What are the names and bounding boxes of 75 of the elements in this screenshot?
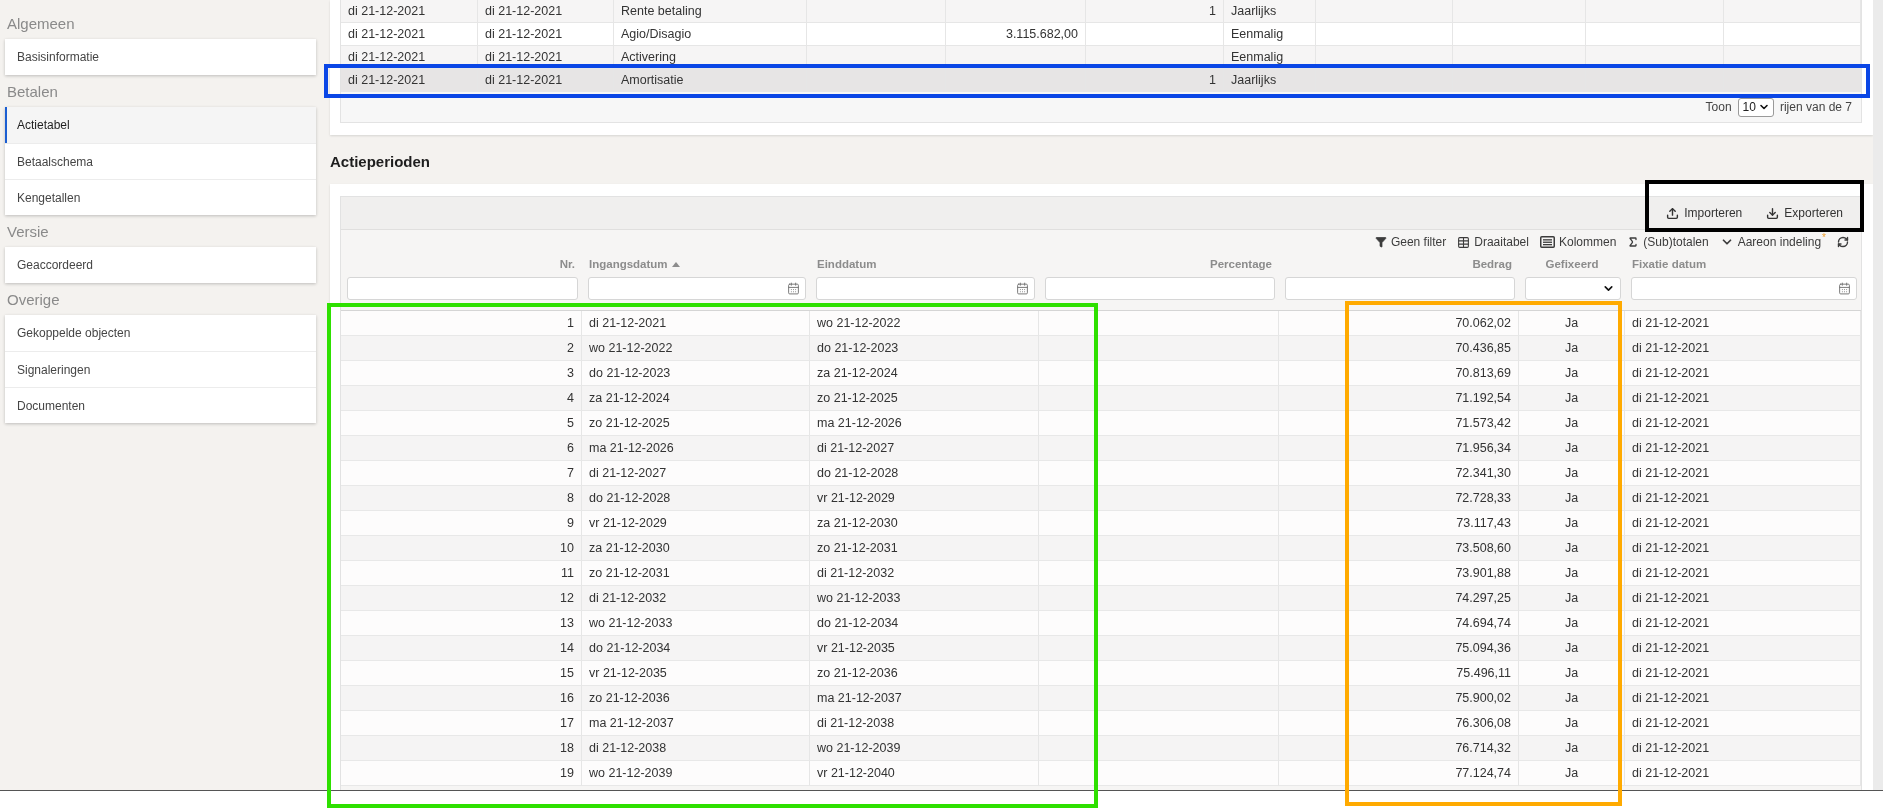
table-icon bbox=[1457, 235, 1471, 249]
table-cell: di 21-12-2021 bbox=[478, 69, 614, 92]
table-cell: wo 21-12-2039 bbox=[582, 761, 810, 786]
table-cell: vr 21-12-2040 bbox=[810, 761, 1039, 786]
section-title: Actieperioden bbox=[330, 152, 431, 172]
table-row[interactable]: di 21-12-2021 di 21-12-2021 Amortisatie 1 Jaarlijks bbox=[341, 69, 1861, 92]
page-size-select[interactable]: 10 bbox=[1737, 97, 1774, 117]
calendar-icon[interactable] bbox=[1838, 282, 1851, 295]
table-row[interactable]: di 21-12-2021 di 21-12-2021 Agio/Disagio 3.115.682,00 Eenmalig bbox=[341, 23, 1861, 46]
pivot-table-button[interactable]: Draaitabel bbox=[1457, 235, 1529, 249]
sigma-icon bbox=[1627, 236, 1640, 248]
refresh-icon[interactable] bbox=[1837, 236, 1849, 248]
table-row[interactable]: 17 ma 21-12-2037 di 21-12-2038 76.306,08 Ja di 21-12-2021 bbox=[341, 711, 1861, 736]
sidebar-heading: Betalen bbox=[7, 83, 58, 101]
table-cell: Amortisatie bbox=[614, 69, 807, 92]
columns-button[interactable]: Kolommen bbox=[1539, 235, 1617, 249]
scrollbar-track[interactable] bbox=[1873, 0, 1883, 790]
sidebar-item[interactable]: Betaalschema bbox=[5, 143, 316, 179]
date-filter-field[interactable] bbox=[1631, 277, 1857, 300]
calendar-icon[interactable] bbox=[787, 282, 800, 295]
subtotals-button[interactable]: (Sub)totalen bbox=[1627, 235, 1709, 249]
table-cell: di 21-12-2021 bbox=[341, 69, 478, 92]
filter-field[interactable] bbox=[347, 277, 578, 300]
upload-icon bbox=[1666, 206, 1680, 220]
table-row[interactable]: 19 wo 21-12-2039 vr 21-12-2040 77.124,74 Ja di 21-12-2021 bbox=[341, 761, 1861, 786]
sidebar-item[interactable]: Gekoppelde objecten bbox=[5, 315, 316, 351]
sort-ascending-icon[interactable] bbox=[671, 261, 680, 267]
table-row[interactable]: 15 vr 21-12-2035 zo 21-12-2036 75.496,11 Ja di 21-12-2021 bbox=[341, 661, 1861, 686]
table-row[interactable]: 12 di 21-12-2032 wo 21-12-2033 74.297,25 Ja di 21-12-2021 bbox=[341, 586, 1861, 611]
sidebar-heading: Versie bbox=[7, 223, 49, 241]
filter-field[interactable] bbox=[1285, 277, 1515, 300]
filter-field[interactable] bbox=[1045, 277, 1275, 300]
date-filter-field[interactable] bbox=[816, 277, 1035, 300]
table-row[interactable]: 2 wo 21-12-2022 do 21-12-2023 70.436,85 Ja di 21-12-2021 bbox=[341, 336, 1861, 361]
table-cell: 1 bbox=[1086, 69, 1224, 92]
sidebar-item[interactable]: Basisinformatie bbox=[5, 39, 316, 75]
pagination-label: rijen van de 7 bbox=[1779, 100, 1852, 114]
filter-select[interactable] bbox=[1525, 277, 1621, 300]
sidebar-item[interactable]: Actietabel bbox=[5, 107, 316, 143]
filter-icon bbox=[1374, 236, 1387, 248]
table-row[interactable]: 14 do 21-12-2034 vr 21-12-2035 75.094,36 Ja di 21-12-2021 bbox=[341, 636, 1861, 661]
table-row[interactable]: 10 za 21-12-2030 zo 21-12-2031 73.508,60 Ja di 21-12-2021 bbox=[341, 536, 1861, 561]
table-row[interactable]: 1 di 21-12-2021 wo 21-12-2022 70.062,02 Ja di 21-12-2021 bbox=[341, 311, 1861, 336]
table-row[interactable]: 6 ma 21-12-2026 di 21-12-2027 71.956,34 Ja di 21-12-2021 bbox=[341, 436, 1861, 461]
layout-dropdown[interactable]: Aareon indeling$^{*}$ bbox=[1719, 235, 1826, 249]
table-cell: di 21-12-2021 bbox=[1625, 761, 1861, 786]
table-row[interactable]: 9 vr 21-12-2029 za 21-12-2030 73.117,43 Ja di 21-12-2021 bbox=[341, 511, 1861, 536]
table-row[interactable]: 13 wo 21-12-2033 do 21-12-2034 74.694,74 Ja di 21-12-2021 bbox=[341, 611, 1861, 636]
sidebar-item[interactable]: Kengetallen bbox=[5, 179, 316, 215]
filter-button[interactable]: Geen filter bbox=[1374, 235, 1447, 249]
table-row[interactable]: 7 di 21-12-2027 do 21-12-2028 72.341,30 Ja di 21-12-2021 bbox=[341, 461, 1861, 486]
table-row[interactable]: 3 do 21-12-2023 za 21-12-2024 70.813,69 Ja di 21-12-2021 bbox=[341, 361, 1861, 386]
table-row[interactable]: 16 zo 21-12-2036 ma 21-12-2037 75.900,02 Ja di 21-12-2021 bbox=[341, 686, 1861, 711]
date-filter-field[interactable] bbox=[588, 277, 806, 300]
table-cell: 19 bbox=[341, 761, 582, 786]
sidebar-heading: Algemeen bbox=[7, 15, 75, 33]
table-row[interactable]: 11 zo 21-12-2031 di 21-12-2032 73.901,88 Ja di 21-12-2021 bbox=[341, 561, 1861, 586]
sidebar-item[interactable]: Documenten bbox=[5, 387, 316, 423]
sidebar-heading: Overige bbox=[7, 291, 60, 309]
table-row[interactable]: 4 za 21-12-2024 zo 21-12-2025 71.192,54 Ja di 21-12-2021 bbox=[341, 386, 1861, 411]
calendar-icon[interactable] bbox=[1016, 282, 1029, 295]
table-cell: 77.124,74 bbox=[1279, 761, 1519, 786]
table-cell: Ja bbox=[1519, 761, 1625, 786]
table-row[interactable]: di 21-12-2021 di 21-12-2021 Rente betaling 1 Jaarlijks bbox=[341, 0, 1861, 23]
pagination-label: Toon bbox=[1705, 100, 1732, 114]
list-icon bbox=[1539, 236, 1555, 248]
table-row[interactable]: 5 zo 21-12-2025 ma 21-12-2026 71.573,42 Ja di 21-12-2021 bbox=[341, 411, 1861, 436]
table-row[interactable]: 8 do 21-12-2028 vr 21-12-2029 72.728,33 Ja di 21-12-2021 bbox=[341, 486, 1861, 511]
download-icon bbox=[1766, 206, 1780, 220]
table-row[interactable]: 18 di 21-12-2038 wo 21-12-2039 76.714,32 Ja di 21-12-2021 bbox=[341, 736, 1861, 761]
export-button[interactable]: Exporteren bbox=[1766, 206, 1843, 220]
import-button[interactable]: Importeren bbox=[1666, 206, 1743, 220]
sidebar-item[interactable]: Signaleringen bbox=[5, 351, 316, 387]
sidebar-item[interactable]: Geaccordeerd bbox=[5, 247, 316, 283]
table-cell: Jaarlijks bbox=[1224, 69, 1316, 92]
